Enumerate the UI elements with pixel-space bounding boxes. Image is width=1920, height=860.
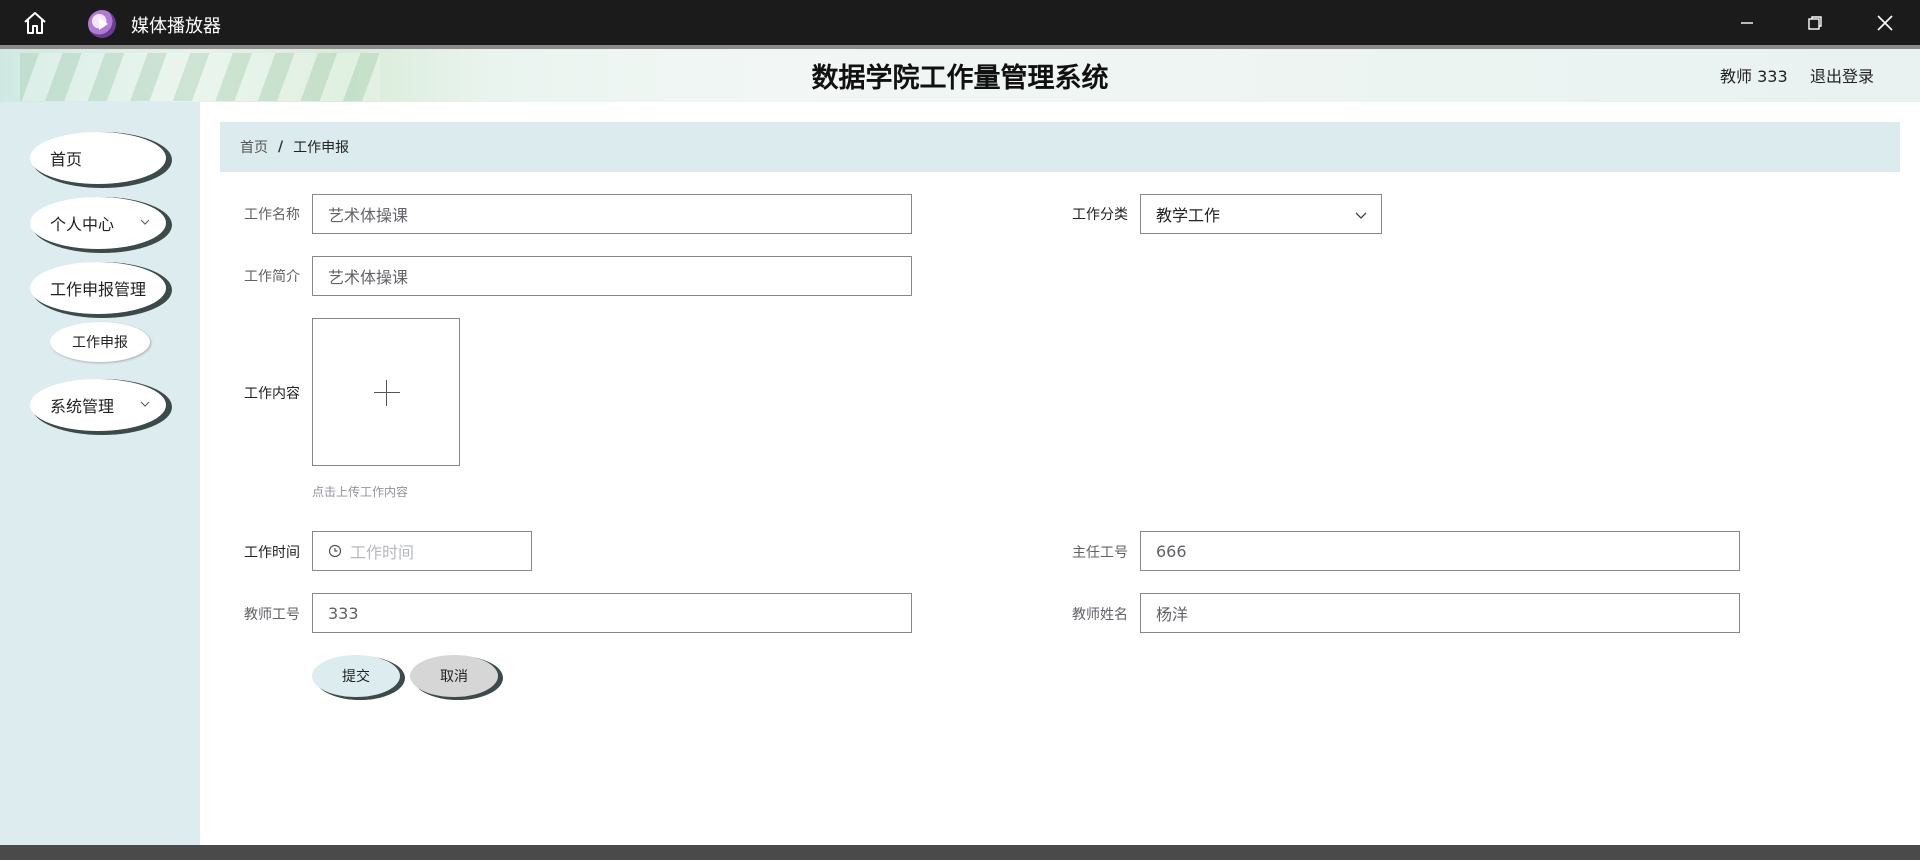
home-icon[interactable] bbox=[22, 10, 48, 36]
window-titlebar: 媒体播放器 bbox=[0, 0, 1920, 45]
system-title: 数据学院工作量管理系统 bbox=[811, 63, 1109, 94]
breadcrumb: 首页 / 工作申报 bbox=[220, 122, 1900, 172]
work-category-select[interactable]: 教学工作 bbox=[1140, 194, 1382, 234]
breadcrumb-current: 工作申报 bbox=[293, 140, 350, 156]
work-intro-value: 艺术体操课 bbox=[328, 268, 409, 287]
teacher-name-label: 教师姓名 bbox=[1072, 607, 1128, 623]
teacher-id-label: 教师工号 bbox=[244, 607, 300, 623]
work-content-label: 工作内容 bbox=[244, 386, 300, 402]
sidebar-item-work-report-management[interactable]: 工作申报管理 bbox=[30, 262, 166, 314]
chevron-down-icon bbox=[140, 219, 150, 225]
director-id-input[interactable]: 666 bbox=[1140, 531, 1740, 571]
sidebar-item-home[interactable]: 首页 bbox=[30, 132, 166, 184]
logout-link[interactable]: 退出登录 bbox=[1810, 63, 1874, 87]
header-banner: 数据学院工作量管理系统 教师 333 退出登录 bbox=[0, 45, 1920, 102]
chevron-down-icon bbox=[140, 401, 150, 407]
work-intro-input[interactable]: 艺术体操课 bbox=[312, 256, 912, 296]
work-time-placeholder: 工作时间 bbox=[350, 543, 415, 562]
close-icon bbox=[1877, 15, 1893, 31]
restore-button[interactable] bbox=[1800, 8, 1830, 38]
sidebar-item-label: 首页 bbox=[50, 150, 83, 169]
sidebar: 首页 个人中心 工作申报管理 工作申报 系统管理 bbox=[0, 102, 200, 845]
cancel-button[interactable]: 取消 bbox=[410, 655, 498, 697]
work-time-picker[interactable]: 工作时间 bbox=[312, 531, 532, 571]
submit-button[interactable]: 提交 bbox=[312, 655, 400, 697]
work-category-value: 教学工作 bbox=[1156, 206, 1221, 225]
close-button[interactable] bbox=[1870, 8, 1900, 38]
media-player-logo-icon bbox=[88, 10, 116, 38]
sidebar-item-personal-center[interactable]: 个人中心 bbox=[30, 197, 166, 249]
sidebar-item-label: 工作申报管理 bbox=[50, 280, 147, 299]
current-user: 教师 333 bbox=[1720, 67, 1788, 86]
director-id-value: 666 bbox=[1156, 541, 1187, 561]
upload-tip: 点击上传工作内容 bbox=[312, 485, 409, 499]
director-id-label: 主任工号 bbox=[1072, 545, 1128, 561]
minimize-button[interactable] bbox=[1732, 8, 1762, 38]
work-time-label: 工作时间 bbox=[244, 545, 300, 561]
work-name-label: 工作名称 bbox=[244, 207, 300, 223]
minimize-icon bbox=[1741, 22, 1753, 24]
sidebar-subitem-work-report[interactable]: 工作申报 bbox=[50, 322, 150, 362]
work-category-label: 工作分类 bbox=[1072, 207, 1128, 223]
sidebar-item-label: 工作申报 bbox=[72, 335, 128, 351]
work-name-value: 艺术体操课 bbox=[328, 206, 409, 225]
breadcrumb-home[interactable]: 首页 bbox=[240, 137, 268, 157]
teacher-name-input[interactable]: 杨洋 bbox=[1140, 593, 1740, 633]
restore-icon bbox=[1808, 16, 1822, 30]
teacher-id-input[interactable]: 333 bbox=[312, 593, 912, 633]
chevron-down-icon bbox=[1355, 212, 1367, 219]
sidebar-item-label: 个人中心 bbox=[50, 215, 115, 234]
teacher-id-value: 333 bbox=[328, 603, 359, 623]
work-name-input[interactable]: 艺术体操课 bbox=[312, 194, 912, 234]
sidebar-item-system-management[interactable]: 系统管理 bbox=[30, 379, 166, 431]
work-content-upload[interactable] bbox=[312, 318, 460, 466]
breadcrumb-separator: / bbox=[278, 139, 284, 155]
clock-icon bbox=[328, 544, 342, 558]
app-title: 媒体播放器 bbox=[131, 16, 221, 37]
sidebar-item-label: 系统管理 bbox=[50, 397, 115, 416]
bottom-bar bbox=[0, 845, 1920, 860]
work-intro-label: 工作简介 bbox=[244, 269, 300, 285]
teacher-name-value: 杨洋 bbox=[1156, 605, 1189, 624]
